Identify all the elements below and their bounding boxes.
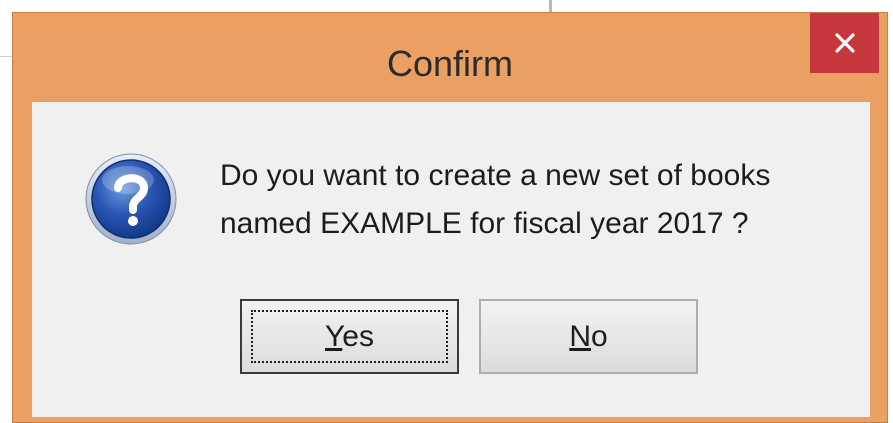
yes-button[interactable]: Yes — [240, 299, 459, 374]
dialog-message: Do you want to create a new set of books… — [220, 152, 860, 248]
title-bar[interactable]: Confirm — [13, 13, 887, 101]
dialog-client-area: Do you want to create a new set of books… — [32, 101, 870, 417]
no-button[interactable]: No — [479, 299, 698, 374]
no-button-label: No — [569, 320, 607, 354]
close-icon — [834, 33, 855, 53]
message-line-1: Do you want to create a new set of books — [220, 159, 771, 192]
close-button[interactable] — [810, 13, 879, 73]
dialog-title: Confirm — [386, 43, 514, 84]
confirm-dialog: Confirm Do you want to create a new set … — [12, 12, 888, 423]
yes-label-rest: es — [342, 319, 374, 353]
no-label-rest: o — [590, 319, 608, 353]
no-accelerator: N — [569, 319, 591, 353]
message-line-2: named EXAMPLE for fiscal year 2017 ? — [220, 207, 749, 240]
question-icon — [85, 153, 177, 245]
yes-accelerator: Y — [325, 319, 343, 353]
background-line — [0, 56, 12, 57]
yes-button-label: Yes — [325, 320, 374, 354]
